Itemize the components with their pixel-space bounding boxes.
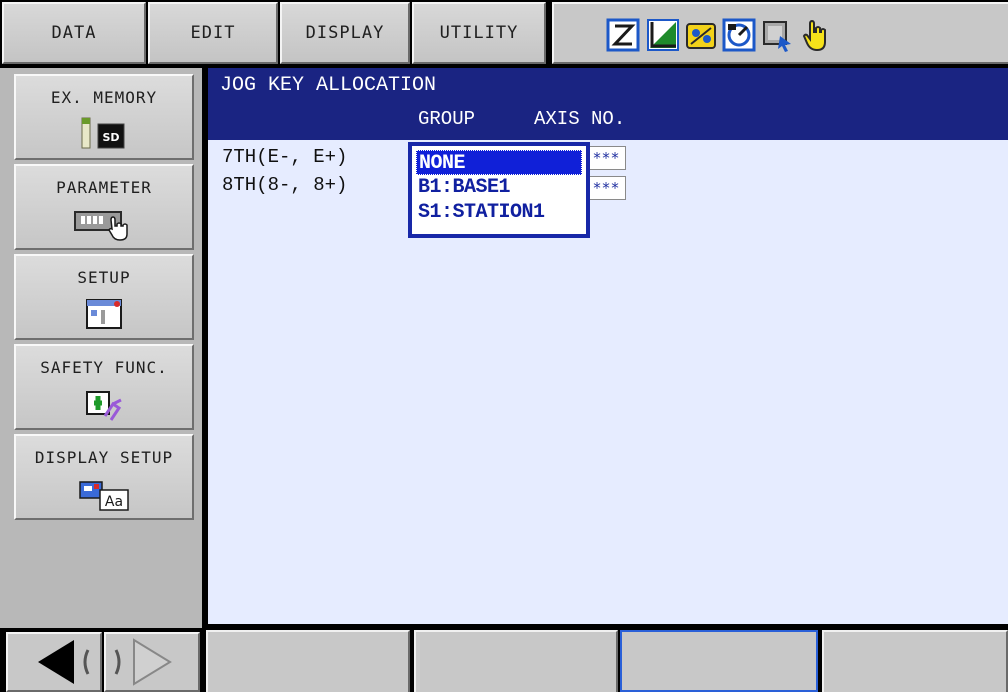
jog-key-allocation-window: JOG KEY ALLOCATION GROUP AXIS NO. 7TH(E-… <box>208 68 1008 624</box>
row-7th-axis-field[interactable]: *** <box>586 146 626 170</box>
menu-utility[interactable]: UTILITY <box>412 2 546 64</box>
menu-edit[interactable]: EDIT <box>148 2 278 64</box>
svg-text:Aa: Aa <box>105 494 123 510</box>
display-setup-icon: Aa <box>79 481 129 511</box>
group-dropdown-list: NONE B1:BASE1 S1:STATION1 <box>408 142 590 238</box>
sd-card-icon: SD <box>81 117 125 149</box>
function-button-3[interactable] <box>620 630 818 692</box>
parameter-icon <box>74 211 128 241</box>
next-page-button[interactable] <box>104 632 200 692</box>
menu-navigation-bar <box>0 628 202 692</box>
main-area: JOG KEY ALLOCATION GROUP AXIS NO. 7TH(E-… <box>202 68 1008 624</box>
bottom-button-bar <box>202 624 1008 692</box>
window-title-bar: JOG KEY ALLOCATION GROUP AXIS NO. <box>208 68 1008 140</box>
menu-display[interactable]: DISPLAY <box>280 2 410 64</box>
main-menu-safety-func[interactable]: SAFETY FUNC. <box>14 344 194 430</box>
job-icon <box>686 23 716 49</box>
safety-icon <box>86 391 122 421</box>
row-8th-axis-field[interactable]: *** <box>586 176 626 200</box>
window-title: JOG KEY ALLOCATION <box>220 74 437 97</box>
main-menu-display-setup[interactable]: DISPLAY SETUP Aa <box>14 434 194 520</box>
arrow-right-icon <box>114 638 172 686</box>
dropdown-option-station1[interactable]: S1:STATION1 <box>416 200 582 225</box>
menu-data-label: DATA <box>51 23 97 43</box>
function-button-1[interactable] <box>206 630 410 692</box>
speed-icon <box>722 18 756 52</box>
cursor-icon <box>763 21 791 52</box>
setup-icon <box>86 299 122 329</box>
function-button-2[interactable] <box>414 630 618 692</box>
row-8th-label: 8TH(8-, 8+) <box>222 174 348 196</box>
menu-display-label: DISPLAY <box>305 23 385 43</box>
frame-icon <box>606 18 640 52</box>
menu-edit-label: EDIT <box>190 23 236 43</box>
column-header-group: GROUP <box>418 108 476 130</box>
coordinate-icon <box>647 19 679 51</box>
function-button-4[interactable] <box>822 630 1008 692</box>
top-menu-bar: DATA EDIT DISPLAY UTILITY <box>0 0 1008 68</box>
main-menu: EX. MEMORY SD PARAMETER SETUP SAFETY FUN… <box>0 68 202 692</box>
column-header-axis-no: AXIS NO. <box>534 108 626 130</box>
hand-icon <box>802 19 826 52</box>
row-7th-label: 7TH(E-, E+) <box>222 146 348 168</box>
status-area <box>552 2 1008 64</box>
arrow-left-icon <box>38 640 90 684</box>
main-menu-setup[interactable]: SETUP <box>14 254 194 340</box>
dropdown-option-none[interactable]: NONE <box>416 150 582 175</box>
ex-memory-label: EX. MEMORY <box>50 88 158 107</box>
safety-func-label: SAFETY FUNC. <box>40 358 168 377</box>
dropdown-option-base1[interactable]: B1:BASE1 <box>416 175 582 200</box>
setup-label: SETUP <box>77 268 131 287</box>
svg-text:SD: SD <box>102 131 119 144</box>
previous-page-button[interactable] <box>6 632 102 692</box>
menu-data[interactable]: DATA <box>2 2 146 64</box>
menu-utility-label: UTILITY <box>439 23 519 43</box>
parameter-label: PARAMETER <box>56 178 152 197</box>
main-menu-parameter[interactable]: PARAMETER <box>14 164 194 250</box>
main-menu-ex-memory[interactable]: EX. MEMORY SD <box>14 74 194 160</box>
display-setup-label: DISPLAY SETUP <box>34 448 174 467</box>
